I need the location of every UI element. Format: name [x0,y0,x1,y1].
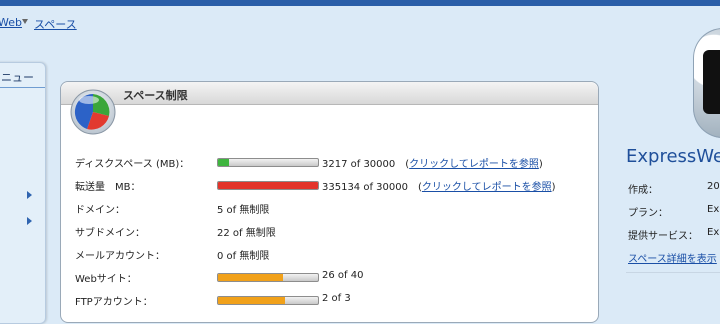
row-label: 転送量 MB： [75,182,141,193]
plan-key-created: 作成： [628,185,658,196]
plan-title: ExpressWeb [626,146,720,167]
row-label: メールアカウント： [75,251,165,262]
plan-key-plan: プラン： [628,208,668,219]
row-label: サブドメイン： [75,228,145,239]
plan-key-services: 提供サービス： [628,231,698,242]
row-value: 2 of 3 [322,293,351,304]
space-limits-panel: スペース制限 ディスクスペース (MB)： 3217 of 30000 (クリッ… [60,81,599,323]
plan-value-services: Ex [707,227,720,238]
plan-value-created: 20 [707,181,720,192]
row-value: 0 of 無制限 [217,251,270,262]
usage-bar-fill [218,297,285,304]
server-icon [693,28,720,138]
panel-header: スペース制限 [61,82,598,105]
usage-bar [217,181,319,190]
row-value: 22 of 無制限 [217,228,276,239]
chevron-down-icon [22,19,28,24]
row-label: ドメイン： [75,205,125,216]
right-divider [626,272,720,273]
breadcrumb-space[interactable]: スペース [34,16,77,32]
row-value: 3217 of 30000 (クリックしてレポートを参照) [322,159,543,170]
plan-value-plan: Ex [707,204,720,215]
report-link[interactable]: クリックしてレポートを参照 [409,159,539,170]
chevron-right-icon[interactable] [27,191,32,199]
usage-bar-fill [218,182,318,189]
row-label: Webサイト： [75,274,137,285]
chevron-right-icon[interactable] [27,217,32,225]
usage-bar [217,158,319,167]
usage-bar [217,273,319,282]
usage-bar-fill [218,274,283,281]
space-details-link[interactable]: スペース詳細を表示 [628,250,717,265]
row-value: 335134 of 30000 (クリックしてレポートを参照) [322,182,556,193]
row-label: ディスクスペース (MB)： [75,159,190,170]
sidebar-menu: ニュー [0,62,46,324]
usage-bar-fill [218,159,229,166]
breadcrumb-web[interactable]: Web [0,16,22,29]
sidebar-divider [0,87,45,88]
row-value: 5 of 無制限 [217,205,270,216]
row-value: 26 of 40 [322,270,364,281]
sidebar-title: ニュー [1,71,34,84]
usage-bar [217,296,319,305]
panel-title: スペース制限 [123,89,188,102]
breadcrumb: Web スペース [0,6,720,62]
pie-chart-icon [70,89,116,135]
server-icon-inner [703,50,720,114]
row-label: FTPアカウント： [75,297,153,308]
report-link[interactable]: クリックしてレポートを参照 [422,182,552,193]
